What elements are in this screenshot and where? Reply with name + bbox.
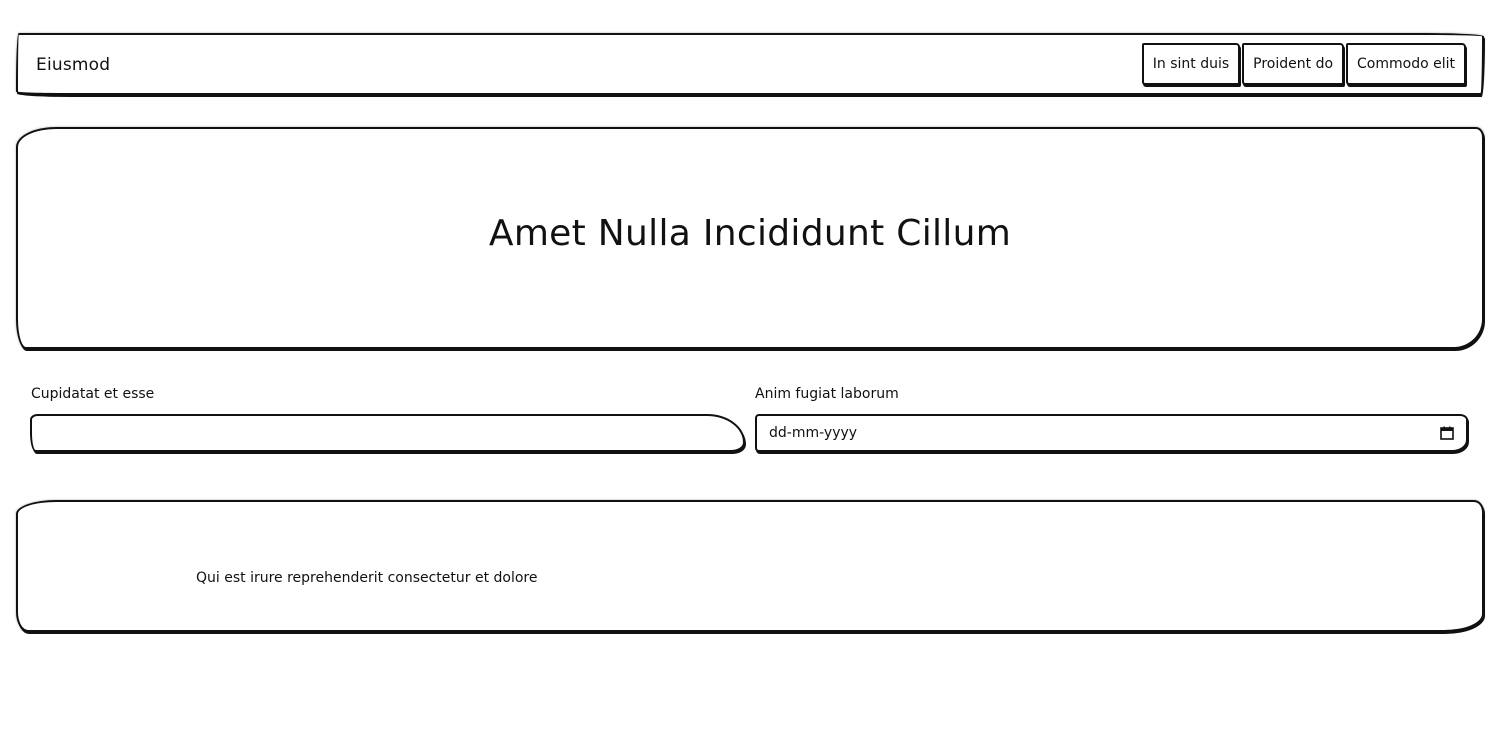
nav-links: In sint duis Proident do Commodo elit [1140, 43, 1466, 85]
hero-title: Amet Nulla Incididunt Cillum [488, 212, 1012, 254]
hero-banner: Amet Nulla Incididunt Cillum [16, 127, 1484, 349]
content-card: Qui est irure reprehenderit consectetur … [16, 500, 1484, 632]
nav-link-proident-do[interactable]: Proident do [1242, 43, 1345, 85]
nav-link-in-sint-duis[interactable]: In sint duis [1141, 43, 1241, 85]
date-placeholder: dd-mm-yyyy [769, 425, 858, 441]
text-field-label: Cupidatat et esse [31, 386, 155, 402]
date-input[interactable]: dd-mm-yyyy [755, 414, 1468, 452]
navbar: Eiusmod In sint duis Proident do Commodo… [16, 33, 1484, 95]
brand-logo[interactable]: Eiusmod [36, 55, 110, 75]
date-field-label: Anim fugiat laborum [755, 386, 899, 402]
content-text: Qui est irure reprehenderit consectetur … [196, 570, 538, 586]
text-input[interactable] [30, 414, 745, 452]
nav-link-commodo-elit[interactable]: Commodo elit [1346, 43, 1466, 85]
calendar-icon[interactable] [1440, 426, 1454, 440]
